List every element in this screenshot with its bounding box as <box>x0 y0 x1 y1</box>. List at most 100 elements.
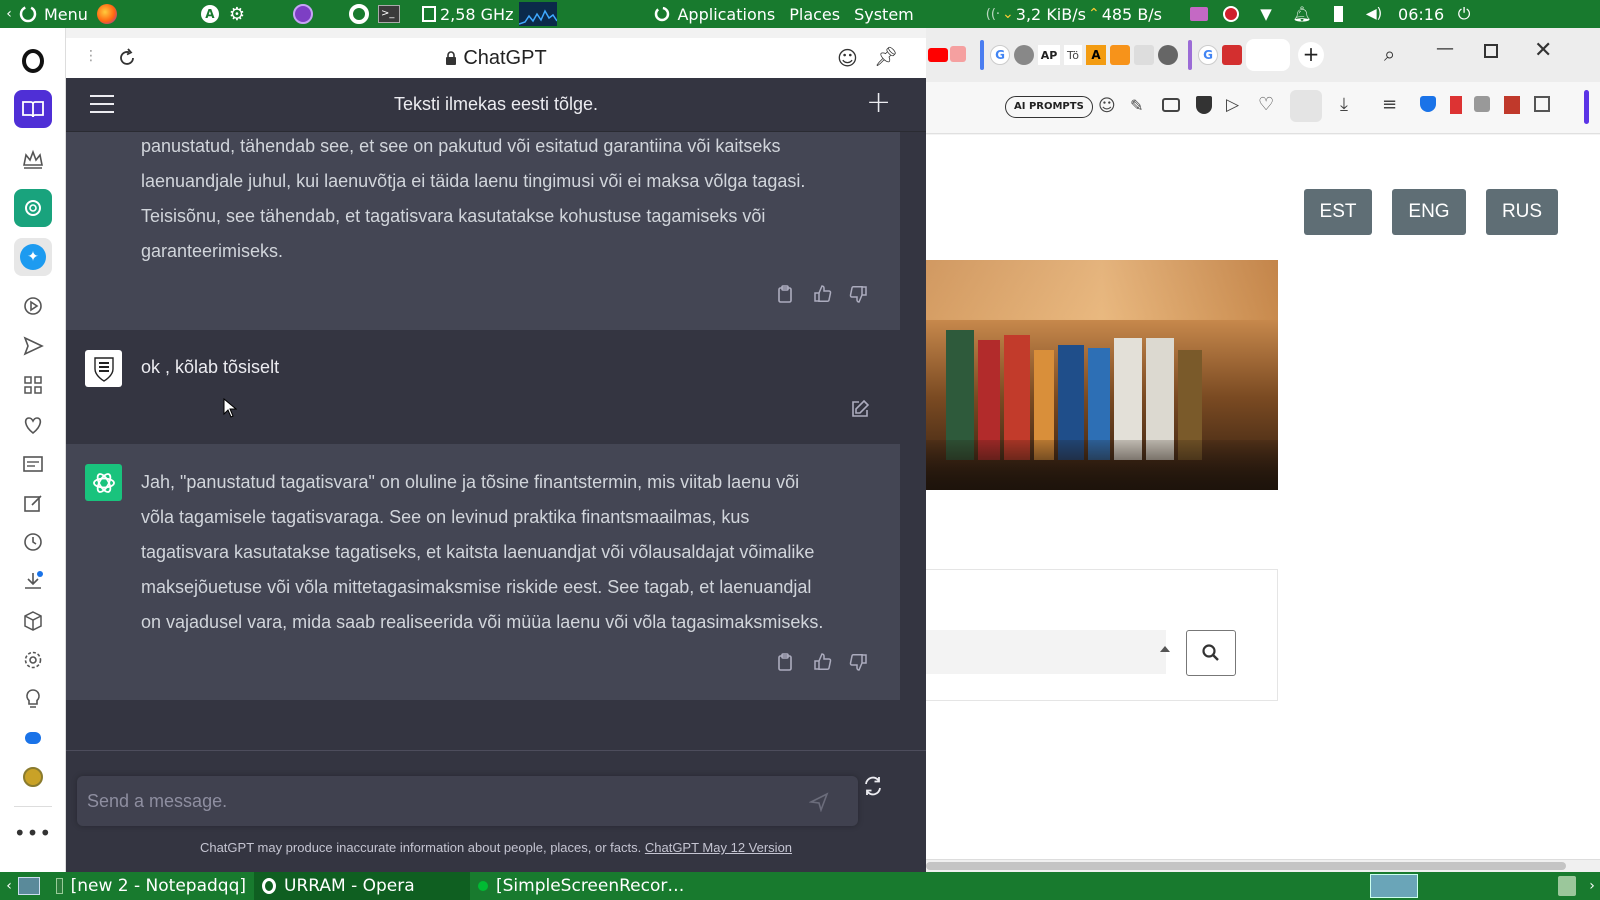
copy-icon[interactable] <box>776 652 794 672</box>
tab-favicon-red[interactable] <box>950 46 966 62</box>
taskbar-item[interactable]: URRAM - Opera <box>254 872 470 900</box>
close-window-icon[interactable]: ✕ <box>1534 38 1552 63</box>
language-button-rus[interactable]: RUS <box>1486 189 1558 235</box>
shield-icon[interactable] <box>1196 96 1212 114</box>
ap-tab-icon[interactable]: AP <box>1038 45 1060 65</box>
show-desktop-icon[interactable] <box>18 877 40 895</box>
copy-icon[interactable] <box>776 284 794 304</box>
places-menu[interactable]: Places <box>789 0 840 28</box>
globe-tab-icon-2[interactable] <box>1158 45 1178 65</box>
google-tab-icon[interactable]: G <box>990 45 1010 65</box>
firefox-launcher-icon[interactable] <box>94 0 120 28</box>
hamburger-menu-icon[interactable] <box>90 95 114 113</box>
opera-launcher-icon[interactable] <box>344 0 374 28</box>
horizontal-scrollbar[interactable] <box>926 859 1600 872</box>
tor-browser-icon[interactable] <box>288 0 318 28</box>
opera-logo-icon[interactable] <box>14 42 52 80</box>
extension-box-icon[interactable] <box>1504 96 1520 114</box>
thumbs-up-icon[interactable] <box>813 652 833 672</box>
active-tab[interactable] <box>1246 39 1290 71</box>
easy-setup-icon[interactable]: ≡ <box>1382 94 1397 115</box>
message-input[interactable] <box>87 786 787 816</box>
sidebar-reader-button[interactable] <box>14 90 52 128</box>
send-icon[interactable] <box>14 327 52 365</box>
terminal-launcher-icon[interactable]: >_ <box>374 0 404 28</box>
version-link[interactable]: ChatGPT May 12 Version <box>645 840 792 855</box>
chatgpt-sidebar-icon[interactable] <box>14 189 52 227</box>
restore-window-icon[interactable] <box>1484 44 1498 58</box>
language-button-est[interactable]: EST <box>1304 189 1372 235</box>
crown-icon[interactable] <box>14 140 52 178</box>
extension-red-icon[interactable] <box>1450 96 1462 114</box>
twitter-sidebar-icon[interactable]: ✦ <box>14 238 52 276</box>
red-tab-icon[interactable] <box>1222 45 1242 65</box>
downloads-icon[interactable] <box>14 562 52 600</box>
new-tab-plus-icon[interactable]: + <box>1298 42 1324 68</box>
lightbulb-icon[interactable] <box>14 680 52 718</box>
cpu-monitor[interactable]: 2,58 GHz <box>421 0 513 28</box>
taskbar-right-arrow-icon[interactable]: › <box>1584 878 1600 894</box>
search-tabs-icon[interactable]: ⌕ <box>1384 42 1395 66</box>
player-icon[interactable] <box>14 287 52 325</box>
screen-recorder-icon[interactable] <box>1184 0 1214 28</box>
orange-tab-icon[interactable] <box>1110 45 1130 65</box>
menu-button[interactable]: Menu <box>18 0 94 28</box>
extension-cube-icon[interactable] <box>1534 96 1550 112</box>
clock[interactable]: 06:16 <box>1398 0 1444 28</box>
taskbar-left-arrow-icon[interactable]: ‹ <box>0 878 18 894</box>
edit-message-icon[interactable] <box>850 399 870 419</box>
snapshot-edit-icon[interactable] <box>14 484 52 522</box>
extension-blue-icon[interactable] <box>1420 96 1436 112</box>
wifi-icon[interactable]: ▼ <box>1248 0 1284 28</box>
scissors-tab-icon[interactable] <box>1134 45 1154 65</box>
power-icon[interactable]: ⏻ <box>1444 0 1484 28</box>
crypto-wallet-icon[interactable] <box>14 758 52 796</box>
google-tab-icon-2[interactable]: G <box>1198 45 1218 65</box>
heart-toolbar-icon[interactable]: ♡ <box>1258 94 1274 115</box>
settings-applet-icon[interactable]: ⚙ <box>222 0 252 28</box>
pin-icon[interactable]: 📌︎ <box>874 45 898 68</box>
profile-icon[interactable] <box>1290 90 1322 122</box>
notifications-bell-icon[interactable]: 🔔︎ <box>1284 0 1320 28</box>
language-button-eng[interactable]: ENG <box>1392 189 1466 235</box>
system-menu[interactable]: System <box>854 0 914 28</box>
record-indicator-icon[interactable] <box>1214 0 1248 28</box>
youtube-tab-icon[interactable] <box>928 48 948 62</box>
trash-icon[interactable] <box>1558 876 1576 896</box>
search-button[interactable] <box>1186 630 1236 676</box>
taskbar-item[interactable]: [new 2 - Notepadqq] <box>48 872 254 900</box>
new-chat-plus-icon[interactable]: + <box>866 88 891 118</box>
more-options-icon[interactable]: ••• <box>14 814 52 852</box>
send-message-icon[interactable] <box>809 792 829 812</box>
heart-icon[interactable] <box>14 406 52 444</box>
chat-scrollbar[interactable] <box>900 132 926 750</box>
applications-menu[interactable]: Applications <box>653 0 775 28</box>
battery-icon[interactable] <box>1320 0 1356 28</box>
extensions-cube-icon[interactable] <box>14 602 52 640</box>
thumbs-down-icon[interactable] <box>848 652 868 672</box>
emoji-icon[interactable]: ☺ <box>1098 96 1116 116</box>
tab-icon-text[interactable]: Tö <box>1064 45 1082 65</box>
camera-icon[interactable] <box>1162 98 1180 112</box>
accessibility-icon[interactable]: A <box>198 0 222 28</box>
speed-dial-icon[interactable] <box>14 366 52 404</box>
volume-icon[interactable]: ◀) <box>1356 0 1392 28</box>
search-select[interactable] <box>926 630 1170 674</box>
thumbs-down-icon[interactable] <box>848 284 868 304</box>
messenger-icon[interactable] <box>14 719 52 757</box>
amazon-tab-icon[interactable]: A <box>1086 45 1106 65</box>
extensions-puzzle-icon[interactable] <box>1474 96 1490 112</box>
ai-prompts-button[interactable]: AI PROMPTS <box>1005 96 1093 118</box>
globe-tab-icon[interactable] <box>1014 45 1034 65</box>
thumbs-up-icon[interactable] <box>813 284 833 304</box>
edit-icon[interactable]: ✎ <box>1130 96 1143 115</box>
emoji-button-icon[interactable]: ☺ <box>837 46 858 70</box>
send-toolbar-icon[interactable]: ▷ <box>1226 95 1239 115</box>
workspace-switcher-icon[interactable] <box>1370 874 1418 898</box>
panel-left-arrow-icon[interactable]: ‹ <box>0 0 18 28</box>
history-icon[interactable] <box>14 523 52 561</box>
minimize-window-icon[interactable]: — <box>1436 38 1454 59</box>
news-icon[interactable] <box>14 445 52 483</box>
regenerate-icon[interactable] <box>862 775 884 797</box>
taskbar-item[interactable]: [SimpleScreenRecor… <box>470 872 720 900</box>
